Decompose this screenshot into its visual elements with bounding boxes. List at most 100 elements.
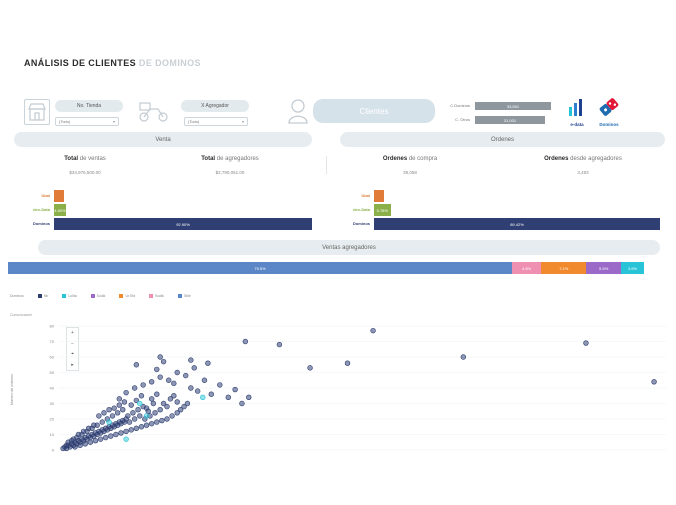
scatter-point[interactable] (72, 444, 78, 450)
scatter-point[interactable] (118, 430, 124, 436)
scatter-point[interactable] (108, 433, 114, 439)
scatter-point[interactable] (171, 393, 177, 399)
scatter-point[interactable] (205, 360, 211, 366)
scatter-point[interactable] (191, 365, 197, 371)
scatter-point[interactable] (157, 374, 163, 380)
scatter-point[interactable] (188, 385, 194, 391)
scatter-point[interactable] (109, 413, 116, 419)
scatter-point[interactable] (166, 377, 172, 383)
scatter-point[interactable] (143, 405, 150, 411)
bar[interactable]: 4.60% (54, 204, 66, 216)
scatter-point[interactable] (370, 327, 376, 334)
scatter-point[interactable] (130, 410, 136, 416)
scatter-point[interactable] (80, 428, 87, 435)
bar[interactable]: 92.90% (54, 218, 312, 230)
scatter-point[interactable] (138, 424, 145, 430)
scatter-point[interactable] (126, 419, 133, 425)
scatter-point[interactable] (152, 410, 158, 416)
scatter-point[interactable] (77, 442, 83, 449)
scatter-point[interactable] (113, 431, 119, 438)
scatter-point[interactable] (344, 360, 351, 366)
scatter-point[interactable] (137, 413, 143, 419)
scatter-point[interactable] (246, 394, 252, 401)
scatter-point[interactable] (85, 425, 92, 432)
scatter-point[interactable] (123, 428, 129, 435)
legend-item[interactable]: Sodik (149, 294, 164, 298)
scatter-point[interactable] (217, 382, 223, 388)
scatter-point[interactable] (201, 377, 208, 383)
scatter-point[interactable] (583, 340, 589, 346)
bar[interactable] (374, 190, 384, 202)
scatter-point[interactable] (239, 400, 245, 407)
stacked-segment[interactable]: 4.6% (512, 262, 542, 274)
bar[interactable]: 5.78% (374, 204, 391, 216)
scatter-point[interactable] (164, 416, 170, 422)
scatter-point[interactable] (183, 372, 189, 379)
scatter-point[interactable] (125, 413, 131, 419)
scatter-point[interactable] (242, 338, 249, 345)
scatter-point[interactable] (97, 436, 104, 442)
legend-item[interactable]: Stile (177, 294, 191, 298)
scatter-point[interactable] (208, 391, 214, 397)
scatter-point[interactable] (102, 434, 109, 441)
bar[interactable] (54, 190, 64, 202)
stacked-segment[interactable]: 7.1% (541, 262, 587, 274)
scatter-point[interactable] (65, 439, 71, 445)
scatter-point[interactable] (138, 393, 145, 399)
scatter-point[interactable] (123, 436, 129, 442)
scatter-point[interactable] (188, 357, 194, 363)
scatter-point[interactable] (160, 358, 167, 365)
scatter-point[interactable] (651, 379, 657, 385)
scatter-point[interactable] (276, 341, 283, 348)
aggregator-select[interactable]: (Todo) ▾ (184, 117, 248, 126)
scatter-point[interactable] (128, 402, 134, 408)
stacked-segment[interactable]: 5.5% (586, 262, 622, 274)
scatter-point[interactable] (128, 427, 134, 433)
store-select[interactable]: (Todo) ▾ (55, 117, 119, 126)
legend-item[interactable]: Lolita (62, 294, 77, 298)
scatter-point[interactable] (111, 405, 117, 411)
scatter-point[interactable] (133, 362, 140, 368)
scatter-point[interactable] (200, 394, 206, 401)
stacked-segment[interactable]: 79.5% (8, 262, 513, 274)
legend-item[interactable]: Ur Ekt (119, 294, 135, 298)
scatter-point[interactable] (123, 389, 129, 396)
scatter-point[interactable] (106, 406, 112, 413)
scatter-point[interactable] (131, 385, 138, 391)
scatter-point[interactable] (159, 417, 165, 424)
scatter-point[interactable] (307, 365, 313, 371)
scatter-point[interactable] (194, 388, 201, 394)
legend-item[interactable]: Nb (37, 294, 48, 298)
scatter-point[interactable] (96, 413, 102, 419)
scatter-point[interactable] (70, 436, 77, 442)
scatter-point[interactable] (133, 425, 140, 432)
stacked-segment[interactable]: 3.6% (621, 262, 644, 274)
scatter-point[interactable] (91, 422, 97, 428)
scatter-point[interactable] (225, 394, 232, 401)
scatter-point[interactable] (184, 400, 191, 407)
scatter-point[interactable] (148, 420, 155, 427)
scatter-point[interactable] (121, 399, 128, 405)
bar[interactable]: 89.42% (374, 218, 660, 230)
scatter-point[interactable] (82, 441, 88, 447)
scatter-point[interactable] (87, 439, 94, 445)
legend-item[interactable]: Sodik (90, 294, 105, 298)
scatter-point[interactable] (101, 410, 107, 416)
scatter-point[interactable] (120, 406, 126, 413)
scatter-point[interactable] (140, 382, 146, 388)
scatter-point[interactable] (157, 354, 163, 360)
scatter-point[interactable] (143, 422, 150, 428)
scatter-point[interactable] (150, 400, 157, 407)
scatter-point[interactable] (460, 354, 467, 360)
scatter-point[interactable] (154, 391, 160, 397)
scatter-point[interactable] (154, 419, 160, 425)
scatter-point[interactable] (232, 386, 238, 393)
scatter-point[interactable] (171, 380, 177, 387)
scatter-point[interactable] (174, 399, 180, 405)
scatter-point[interactable] (137, 400, 143, 407)
scatter-point[interactable] (174, 369, 180, 376)
scatter-point[interactable] (116, 396, 123, 402)
scatter-point[interactable] (131, 416, 138, 422)
scatter-point[interactable] (114, 410, 121, 416)
scatter-point[interactable] (157, 406, 163, 413)
